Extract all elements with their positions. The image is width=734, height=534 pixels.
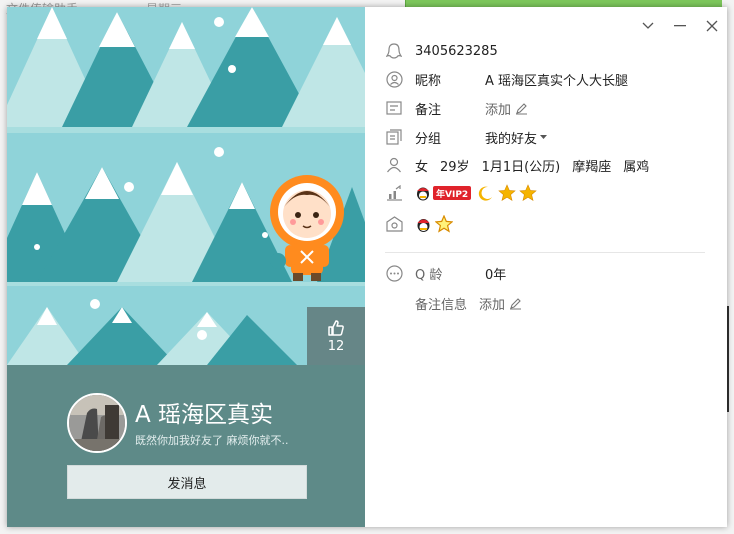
outlined-star-icon[interactable] [435,215,453,233]
remark-info-row: 备注信息 添加 [415,293,522,313]
background-green-bar [405,0,722,7]
minimize-icon[interactable] [671,17,689,35]
penguin-icon [385,42,403,60]
nickname-value: A 瑶海区真实个人大长腿 [485,73,629,89]
group-dropdown[interactable]: 我的好友 [485,128,537,147]
qq-age-label: Q 龄 [415,267,443,283]
profile-card-window: 12 A 瑶海区真实 既然你加我好友了 麻烦你就不.. 发消息 34056232… [7,7,727,527]
edit-pencil-icon[interactable] [515,102,528,115]
level-chart-icon [385,184,403,202]
close-icon[interactable] [703,17,721,35]
remark-icon [385,99,403,117]
gender: 女 [415,159,429,175]
edit-pencil-icon[interactable] [509,297,522,310]
caret-down-icon[interactable] [540,134,548,140]
age: 29岁 [440,159,470,175]
profile-summary-panel: A 瑶海区真实 既然你加我好友了 麻烦你就不.. 发消息 [7,365,365,527]
group-icon [385,128,403,146]
profile-cover-image[interactable]: 12 [7,7,365,365]
star-icon[interactable] [498,184,516,202]
badge-house-icon [385,215,403,233]
zodiac-sign: 摩羯座 [572,159,612,175]
qq-number-row: 3405623285 [385,41,498,61]
background-divider [727,306,729,412]
star-icon[interactable] [519,184,537,202]
birthday: 1月1日(公历) [481,159,561,175]
qq-penguin-vip-icon[interactable] [415,185,431,201]
nickname-row: 昵称 A 瑶海区真实个人大长腿 [385,69,628,89]
avatar-image [69,395,125,451]
like-button[interactable]: 12 [307,307,365,365]
thumbs-up-icon [328,320,344,336]
person-icon [385,156,403,174]
remark-info-label: 备注信息 [415,297,468,313]
remark-row: 备注 添加 [385,98,528,118]
chevron-down-icon[interactable] [639,17,657,35]
profile-info-panel: 3405623285 昵称 A 瑶海区真实个人大长腿 备注 添加 分组 我的好友… [365,7,727,527]
more-dots-icon [385,264,403,282]
personal-details-row: 女 29岁 1月1日(公历) 摩羯座 属鸡 [385,155,649,175]
moon-icon[interactable] [477,185,494,202]
profile-left-panel: 12 A 瑶海区真实 既然你加我好友了 麻烦你就不.. 发消息 [7,7,365,527]
window-controls [639,17,721,35]
annual-vip-badge[interactable]: 年VIP2 [433,186,472,200]
vip-level-row: 年VIP2 [385,183,537,203]
avatar[interactable] [67,393,127,453]
chinese-zodiac: 属鸡 [623,159,650,175]
qq-penguin-service-icon[interactable] [415,216,432,233]
remark-info-add-link[interactable]: 添加 [479,294,505,313]
section-divider [385,252,705,253]
like-count: 12 [327,339,345,354]
send-message-button[interactable]: 发消息 [67,465,307,499]
service-icons-row [385,214,453,234]
group-label: 分组 [415,131,442,147]
nickname-icon [385,70,403,88]
remark-add-link[interactable]: 添加 [485,99,511,118]
qq-age-row: Q 龄 0年 [385,263,506,283]
remark-label: 备注 [415,102,442,118]
qq-number[interactable]: 3405623285 [415,44,498,59]
qq-age-value: 0年 [485,267,507,283]
group-row: 分组 我的好友 [385,127,548,147]
nickname-label: 昵称 [415,73,442,89]
display-name: A 瑶海区真实 [135,402,274,428]
personal-signature: 既然你加我好友了 麻烦你就不.. [135,434,289,447]
